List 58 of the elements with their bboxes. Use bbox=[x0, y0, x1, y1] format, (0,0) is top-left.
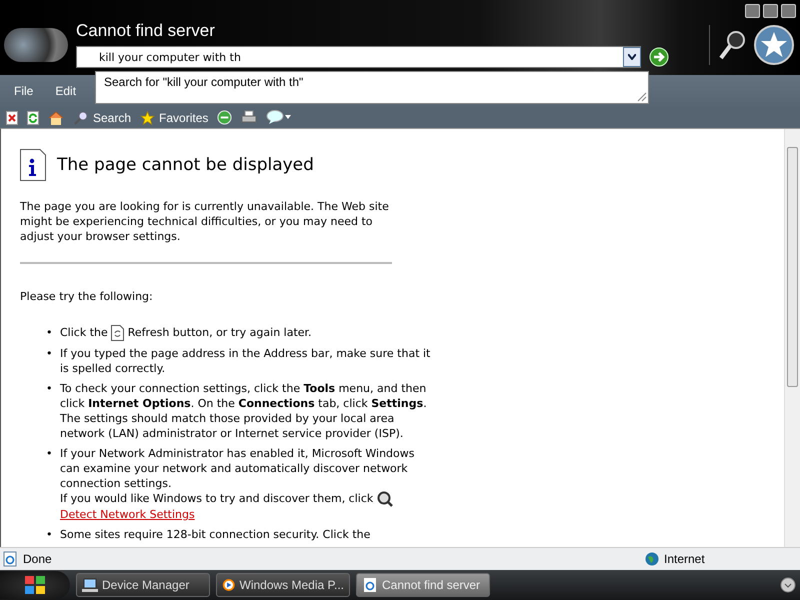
media-player-icon bbox=[222, 577, 236, 593]
dropdown-button[interactable] bbox=[623, 47, 641, 67]
bullet-marker: • bbox=[46, 446, 52, 461]
taskbar-button[interactable]: Windows Media P... bbox=[216, 573, 350, 597]
taskbar-label: Windows Media P... bbox=[240, 578, 344, 592]
bullet-marker: • bbox=[46, 527, 52, 542]
bullet-marker: • bbox=[46, 381, 52, 396]
suggestion-dropdown[interactable]: Search for "kill your computer with th" bbox=[95, 71, 649, 104]
bullet-text: Some sites require 128-bit connection security. Click the bbox=[60, 528, 370, 541]
computer-icon bbox=[82, 578, 98, 592]
intro-text: The page you are looking for is currently unavailable. The Web site might be experiencing technical difficulties, or you may need to adjust your browser settings. bbox=[20, 199, 390, 244]
caret-icon bbox=[628, 54, 636, 60]
taskbar-label: Device Manager bbox=[102, 578, 190, 592]
bullet-text: If you would like Windows to try and discover them, click bbox=[60, 492, 374, 506]
info-icon bbox=[20, 149, 46, 181]
menu-item[interactable]: Edit bbox=[55, 84, 76, 98]
bullet-marker: • bbox=[46, 346, 52, 361]
start-button[interactable] bbox=[0, 571, 70, 599]
window-title: Cannot find server bbox=[76, 21, 216, 41]
scrollbar-thumb[interactable] bbox=[787, 147, 798, 387]
refresh-icon bbox=[111, 325, 124, 341]
stop-icon[interactable] bbox=[6, 110, 18, 124]
tray-button-icon[interactable] bbox=[780, 577, 796, 593]
home-icon[interactable] bbox=[48, 110, 64, 124]
taskbar-button[interactable]: Device Manager bbox=[76, 573, 210, 597]
address-field[interactable]: kill your computer with th bbox=[76, 46, 641, 68]
detect-network-settings-link[interactable]: Detect Network Settings bbox=[60, 508, 195, 521]
taskbar-button[interactable]: Cannot find server bbox=[356, 573, 490, 597]
menu-item[interactable]: File bbox=[14, 84, 34, 98]
chat-bubble-icon[interactable] bbox=[266, 110, 292, 125]
resize-grip-icon[interactable] bbox=[635, 90, 647, 102]
star-button[interactable] bbox=[754, 24, 794, 64]
refresh-icon[interactable] bbox=[27, 110, 39, 124]
windows-logo-icon bbox=[24, 575, 46, 595]
search-icon[interactable] bbox=[718, 30, 746, 60]
bullet-text: Refresh button, or try again later. bbox=[128, 326, 312, 340]
status-text: Done bbox=[23, 552, 52, 566]
favorites-button[interactable]: Favorites bbox=[140, 110, 208, 124]
page-icon bbox=[362, 577, 378, 593]
bullet-text: To check your connection settings, click the Tools menu, and then click Internet Options. On the Connections tab, click Settings. The settings should match those provided by your local area network (LAN) administrator or Internet service provider (ISP). bbox=[60, 382, 427, 440]
page-heading: The page cannot be displayed bbox=[57, 155, 314, 175]
star-icon bbox=[140, 110, 156, 124]
bullet-marker: • bbox=[46, 325, 52, 340]
suggestion-item[interactable]: Search for "kill your computer with th" bbox=[104, 75, 304, 89]
instructions-label: Please try the following: bbox=[20, 290, 154, 303]
security-zone-text: Internet bbox=[664, 552, 706, 566]
go-button[interactable] bbox=[649, 47, 669, 67]
bullet-text: Click the bbox=[60, 326, 108, 340]
printer-icon[interactable] bbox=[241, 110, 258, 125]
search-button[interactable]: Search bbox=[73, 110, 132, 124]
back-button[interactable] bbox=[4, 28, 68, 62]
taskbar-label: Cannot find server bbox=[382, 578, 480, 592]
magnifier-icon bbox=[376, 491, 393, 507]
bullet-text: If your Network Administrator has enabled it, Microsoft Windows can examine your network and automatically discover network connection settings. bbox=[60, 447, 414, 490]
scrollbar[interactable] bbox=[784, 129, 800, 547]
bullet-text: If you typed the page address in the Address bar, make sure that it is spelled correctly. bbox=[60, 347, 430, 375]
page-icon bbox=[2, 551, 18, 567]
search-icon bbox=[73, 110, 89, 124]
